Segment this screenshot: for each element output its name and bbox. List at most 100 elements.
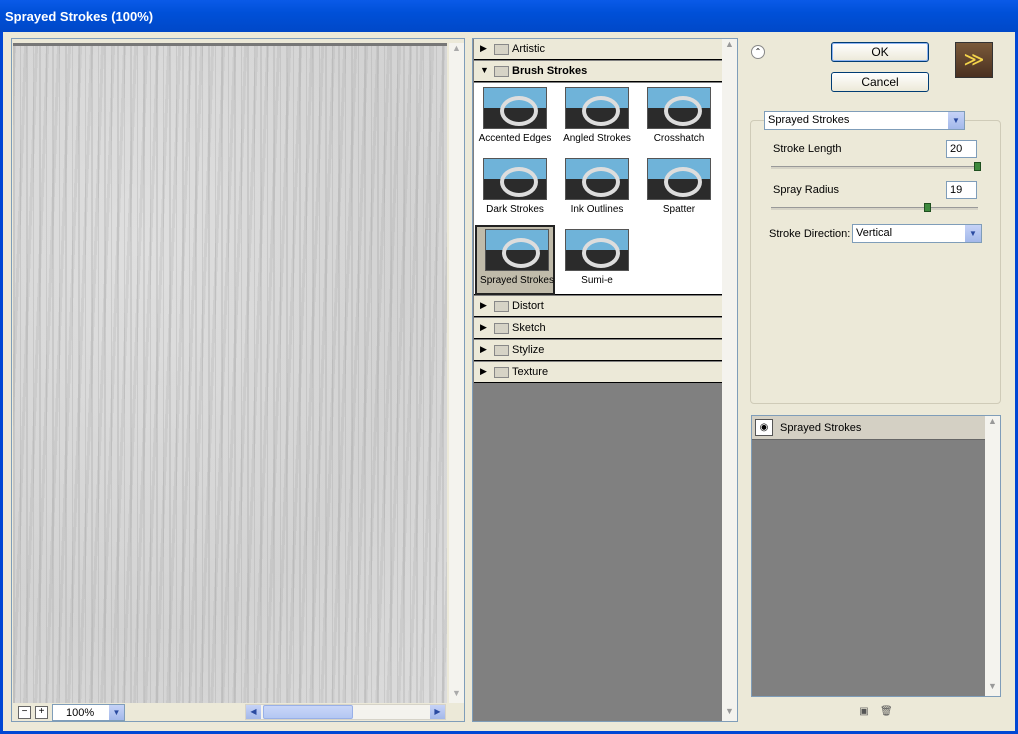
- filter-select[interactable]: Sprayed Strokes ▼: [764, 111, 965, 130]
- scroll-right-icon[interactable]: ▶: [430, 705, 445, 719]
- category-stylize[interactable]: ▶ Stylize: [474, 340, 722, 361]
- preview-image[interactable]: [13, 43, 447, 703]
- thumbnail-label: Sumi-e: [581, 275, 613, 286]
- layers-vertical-scrollbar[interactable]: ▲ ▼: [985, 416, 1000, 696]
- chevron-down-icon[interactable]: ▼: [948, 112, 964, 129]
- open-folder-icon: [494, 66, 509, 77]
- zoom-value: 100%: [66, 707, 95, 719]
- thumbnail-image: [483, 158, 547, 200]
- category-artistic[interactable]: ▶ Artistic: [474, 39, 722, 60]
- thumbnail-image: [647, 158, 711, 200]
- effect-layer-row[interactable]: ◉ Sprayed Strokes: [752, 416, 985, 440]
- thumbnail-image: [485, 229, 549, 271]
- scroll-down-icon[interactable]: ▼: [722, 706, 737, 721]
- category-label: Sketch: [512, 322, 546, 334]
- new-effect-layer-icon[interactable]: ▣: [858, 706, 870, 718]
- filter-settings-panel: Sprayed Strokes ▼ Stroke Length 20 Spray…: [750, 111, 1001, 404]
- filter-thumb-sprayed-strokes[interactable]: Sprayed Strokes: [475, 225, 555, 295]
- category-label: Distort: [512, 300, 544, 312]
- zoom-out-button[interactable]: −: [18, 706, 31, 719]
- thumbnail-label: Ink Outlines: [570, 204, 624, 215]
- filter-thumb-spatter[interactable]: Spatter: [639, 156, 719, 226]
- filter-thumb-sumi-e[interactable]: Sumi-e: [557, 227, 637, 297]
- chevron-down-icon[interactable]: ▼: [965, 225, 981, 242]
- category-texture[interactable]: ▶ Texture: [474, 362, 722, 383]
- effect-layers-panel: ◉ Sprayed Strokes ▲ ▼: [751, 415, 1001, 697]
- cancel-button[interactable]: Cancel: [831, 72, 929, 92]
- folder-icon: [494, 301, 509, 312]
- chevron-down-icon[interactable]: ▼: [109, 705, 124, 720]
- zoom-in-button[interactable]: +: [35, 706, 48, 719]
- expand-triangle-icon[interactable]: ▶: [480, 344, 487, 355]
- thumbnail-image: [647, 87, 711, 129]
- scroll-down-icon[interactable]: ▼: [985, 681, 1000, 696]
- filter-thumb-angled-strokes[interactable]: Angled Strokes: [557, 85, 637, 155]
- thumbnail-label: Sprayed Strokes: [480, 275, 554, 286]
- stroke-length-slider[interactable]: [771, 162, 981, 171]
- zoom-select[interactable]: 100% ▼: [52, 704, 125, 721]
- spray-radius-input[interactable]: 19: [946, 181, 977, 199]
- thumbnail-image: [565, 87, 629, 129]
- spray-radius-label: Spray Radius: [773, 184, 840, 196]
- category-label: Artistic: [512, 43, 545, 55]
- folder-icon: [494, 367, 509, 378]
- window-title: Sprayed Strokes (100%): [0, 0, 1018, 32]
- filter-dialog-window: Sprayed Strokes (100%) ▲ ▼ − + 100% ▼ ◀ …: [0, 0, 1018, 734]
- expand-triangle-icon[interactable]: ▶: [480, 43, 487, 54]
- thumbnail-label: Accented Edges: [478, 133, 552, 144]
- filter-thumbnails: Accented Edges Angled Strokes Crosshatch…: [474, 83, 722, 295]
- trash-icon[interactable]: 🗑: [880, 706, 893, 718]
- stroke-length-knob[interactable]: [974, 162, 981, 171]
- category-sketch[interactable]: ▶ Sketch: [474, 318, 722, 339]
- thumbnail-label: Spatter: [662, 204, 696, 215]
- stroke-length-input[interactable]: 20: [946, 140, 977, 158]
- expand-triangle-icon[interactable]: ▶: [480, 366, 487, 377]
- stroke-direction-value: Vertical: [856, 227, 893, 239]
- ok-button[interactable]: OK: [831, 42, 929, 62]
- expand-triangle-icon[interactable]: ▶: [480, 300, 487, 311]
- filter-gallery: ▶ Artistic ▼ Brush Strokes Accented Edge…: [472, 38, 738, 722]
- stroke-direction-label: Stroke Direction:: [769, 228, 851, 240]
- stroke-direction-select[interactable]: Vertical ▼: [852, 224, 982, 243]
- eye-icon[interactable]: ◉: [755, 419, 773, 436]
- category-label: Brush Strokes: [512, 65, 588, 77]
- filter-thumb-crosshatch[interactable]: Crosshatch: [639, 85, 719, 155]
- stroke-length-label: Stroke Length: [773, 143, 842, 155]
- thumbnail-label: Crosshatch: [653, 133, 705, 144]
- category-label: Stylize: [512, 344, 545, 356]
- category-label: Texture: [512, 366, 549, 378]
- category-distort[interactable]: ▶ Distort: [474, 296, 722, 317]
- filter-thumb-ink-outlines[interactable]: Ink Outlines: [557, 156, 637, 226]
- preview-horizontal-scrollbar[interactable]: ◀ ▶: [245, 704, 446, 720]
- thumbnail-image: [483, 87, 547, 129]
- preview-pane: ▲ ▼ − + 100% ▼ ◀ ▶: [11, 38, 465, 722]
- photoshop-filter-logo-icon: ≫: [955, 42, 993, 78]
- collapse-triangle-icon[interactable]: ▼: [480, 65, 489, 75]
- spray-radius-knob[interactable]: [924, 203, 932, 212]
- spray-radius-slider[interactable]: [771, 203, 978, 212]
- scroll-up-icon[interactable]: ▲: [449, 43, 464, 58]
- category-brush-strokes[interactable]: ▼ Brush Strokes: [474, 61, 722, 82]
- effect-layer-label: Sprayed Strokes: [780, 422, 862, 434]
- gallery-vertical-scrollbar[interactable]: ▲ ▼: [722, 39, 737, 721]
- dialog-client: ▲ ▼ − + 100% ▼ ◀ ▶ ▶ Artistic ▼ Brush St…: [3, 32, 1015, 731]
- expand-triangle-icon[interactable]: ▶: [480, 322, 487, 333]
- filter-thumb-accented-edges[interactable]: Accented Edges: [475, 85, 555, 155]
- folder-icon: [494, 44, 509, 55]
- thumbnail-label: Angled Strokes: [563, 133, 631, 144]
- preview-footer: − + 100% ▼ ◀ ▶: [12, 704, 464, 721]
- filter-thumb-dark-strokes[interactable]: Dark Strokes: [475, 156, 555, 226]
- folder-icon: [494, 345, 509, 356]
- thumbnail-label: Dark Strokes: [486, 204, 544, 215]
- scroll-thumb[interactable]: [263, 705, 353, 719]
- scroll-down-icon[interactable]: ▼: [449, 688, 464, 703]
- folder-icon: [494, 323, 509, 334]
- scroll-left-icon[interactable]: ◀: [246, 705, 261, 719]
- scroll-up-icon[interactable]: ▲: [985, 416, 1000, 431]
- scroll-up-icon[interactable]: ▲: [722, 39, 737, 54]
- thumbnail-image: [565, 229, 629, 271]
- preview-vertical-scrollbar[interactable]: ▲ ▼: [449, 43, 464, 703]
- filter-select-value: Sprayed Strokes: [768, 114, 850, 126]
- thumbnail-image: [565, 158, 629, 200]
- collapse-chevron-icon[interactable]: ⌃: [751, 45, 765, 59]
